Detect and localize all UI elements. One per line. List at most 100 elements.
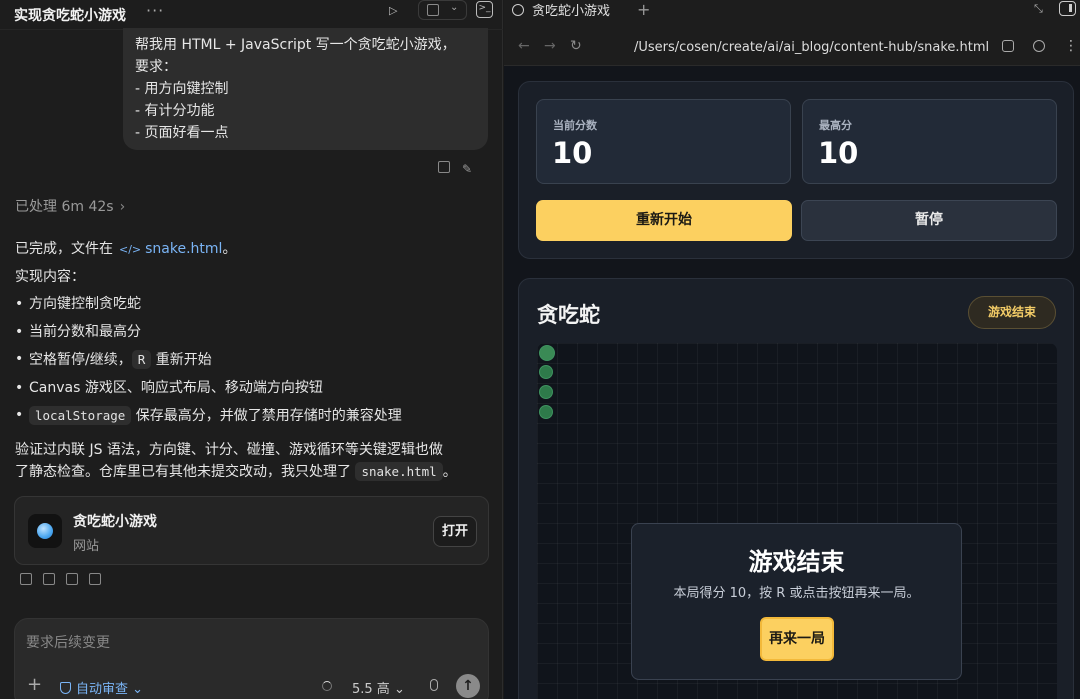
forward-icon[interactable]: → (544, 38, 556, 54)
inline-code: localStorage (29, 406, 132, 425)
microphone-icon[interactable] (430, 679, 438, 691)
game-title: 贪吃蛇 (537, 303, 600, 327)
new-tab-button[interactable]: + (637, 0, 650, 19)
chevron-down-icon: ⌄ (450, 2, 459, 13)
current-score-value: 10 (552, 136, 593, 170)
best-score-card: 最高分 10 (802, 99, 1057, 184)
impl-label: 实现内容： (15, 268, 85, 285)
screenshot-icon[interactable] (1002, 40, 1014, 52)
share-icon[interactable] (89, 573, 101, 585)
list-item-text: 空格暂停/继续， (29, 352, 132, 368)
shield-icon (60, 682, 71, 694)
status-badge: 游戏结束 (968, 296, 1056, 329)
composer-input[interactable]: 要求后续变更 (26, 632, 110, 652)
overlay-title: 游戏结束 (748, 548, 845, 576)
snake-segment (539, 385, 553, 399)
more-vertical-icon[interactable]: ⋮ (1064, 38, 1078, 54)
terminal-dropdown[interactable]: ⌄ (418, 0, 467, 20)
user-message-line: 帮我用 HTML + JavaScript 写一个贪吃蛇小游戏， (135, 37, 456, 53)
globe-icon (512, 4, 524, 16)
auto-review-dropdown[interactable]: 自动审查 ⌄ (60, 678, 143, 697)
assistant-answer: 已完成，文件在</>snake.html。 实现内容： 方向键控制贪吃蛇 当前分… (15, 236, 493, 483)
list-item-text: 保存最高分，并做了禁用存储时的兼容处理 (131, 408, 402, 424)
browser-tabbar: 贪吃蛇小游戏 + ⤡ (504, 0, 1080, 30)
list-item-text: 方向键控制贪吃蛇 (29, 296, 141, 312)
file-card-kind: 网站 (73, 539, 100, 554)
chevron-right-icon: › (119, 199, 126, 215)
open-button[interactable]: 打开 (433, 516, 477, 547)
summary-line: 了静态检查。仓库里已有其他未提交改动，我只处理了 snake.html。 (15, 461, 493, 483)
code-file-icon: </> (119, 243, 142, 256)
answer-done-suffix: 。 (222, 241, 237, 257)
message-actions (20, 573, 112, 588)
chat-pane: 实现贪吃蛇小游戏 ··· ▷ ⌄ >_ 帮我用 HTML + JavaScrip… (0, 0, 503, 699)
user-message-line: 要求： (135, 59, 177, 75)
reload-icon[interactable]: ↻ (570, 38, 582, 54)
model-selector[interactable]: 5.5 高 ⌄ (352, 678, 405, 697)
file-link[interactable]: snake.html (145, 241, 222, 257)
conversation-title: 实现贪吃蛇小游戏 (14, 8, 126, 24)
send-button[interactable]: ↑ (456, 674, 480, 698)
tab-title: 贪吃蛇小游戏 (532, 4, 611, 19)
restart-button[interactable]: 重新开始 (536, 200, 792, 241)
globe-icon (28, 514, 62, 548)
file-card[interactable]: 贪吃蛇小游戏 网站 打开 (14, 496, 489, 565)
best-score-label: 最高分 (819, 119, 852, 132)
summary-line: 验证过内联 JS 语法，方向键、计分、碰撞、游戏循环等关键逻辑也做 (15, 441, 443, 458)
answer-done-prefix: 已完成，文件在 (15, 241, 113, 257)
back-icon[interactable]: ← (518, 38, 530, 54)
game-panel: 贪吃蛇 游戏结束 游戏结束 本局得分 10，按 R 或点击按钮再来一局。 再来一… (518, 278, 1074, 699)
list-item: 当前分数和最高分 (15, 319, 493, 347)
edit-icon[interactable]: ✎ (462, 162, 472, 176)
snake-head (539, 345, 555, 361)
list-item-text: 重新开始 (151, 352, 212, 368)
address-field[interactable]: /Users/cosen/create/ai/ai_blog/content-h… (634, 40, 989, 55)
copy-icon[interactable] (20, 573, 32, 585)
game-board[interactable]: 游戏结束 本局得分 10，按 R 或点击按钮再来一局。 再来一局 (537, 343, 1057, 699)
snake-segment (539, 365, 553, 379)
browser-urlbar: ← → ↻ /Users/cosen/create/ai/ai_blog/con… (504, 30, 1080, 66)
summary-text: 了静态检查。仓库里已有其他未提交改动，我只处理了 (15, 463, 356, 480)
list-item: 方向键控制贪吃蛇 (15, 291, 493, 319)
user-message-actions: ✎ (438, 158, 484, 177)
expand-icon[interactable]: ⤡ (1034, 2, 1043, 16)
thumbs-down-icon[interactable] (66, 573, 78, 585)
best-score-value: 10 (818, 136, 859, 170)
loading-spinner-icon (322, 681, 332, 691)
play-icon[interactable]: ▷ (389, 4, 403, 20)
pause-button[interactable]: 暂停 (801, 200, 1057, 241)
user-message-bubble: 帮我用 HTML + JavaScript 写一个贪吃蛇小游戏， 要求： - 用… (123, 28, 488, 150)
processed-label: 已处理 6m 42s (15, 199, 114, 215)
game-over-overlay: 游戏结束 本局得分 10，按 R 或点击按钮再来一局。 再来一局 (631, 523, 962, 680)
thumbs-up-icon[interactable] (43, 573, 55, 585)
split-view-icon[interactable] (1059, 1, 1076, 16)
browser-tab[interactable]: 贪吃蛇小游戏 (512, 0, 610, 24)
snake-segment (539, 405, 553, 419)
list-item: Canvas 游戏区、响应式布局、移动端方向按钮 (15, 375, 493, 403)
current-score-card: 当前分数 10 (536, 99, 791, 184)
current-score-label: 当前分数 (553, 119, 597, 132)
play-again-button[interactable]: 再来一局 (760, 617, 834, 661)
inline-code: snake.html (355, 461, 443, 481)
toggle-panel-icon[interactable]: >_ (476, 1, 493, 18)
list-item: localStorage 保存最高分，并做了禁用存储时的兼容处理 (15, 402, 493, 431)
score-panel: 当前分数 10 最高分 10 重新开始 暂停 (518, 81, 1074, 259)
auto-review-label: 自动审查 (76, 682, 129, 697)
model-label: 5.5 高 (352, 682, 390, 697)
answer-summary: 验证过内联 JS 语法，方向键、计分、碰撞、游戏循环等关键逻辑也做 了静态检查。… (15, 439, 493, 483)
more-options-icon[interactable]: ··· (146, 1, 164, 20)
processed-indicator[interactable]: 已处理 6m 42s › (15, 196, 125, 216)
user-message-line: - 有计分功能 (135, 103, 215, 119)
overlay-message: 本局得分 10，按 R 或点击按钮再来一局。 (673, 586, 920, 601)
chat-topbar: 实现贪吃蛇小游戏 ··· ▷ ⌄ >_ (0, 0, 503, 30)
snake-game-page: 当前分数 10 最高分 10 重新开始 暂停 贪吃蛇 游戏结束 游戏结束 本局得… (504, 66, 1080, 699)
add-icon[interactable] (1033, 40, 1045, 52)
add-attachment-icon[interactable]: + (27, 674, 42, 695)
copy-icon[interactable] (438, 161, 450, 173)
list-item: 空格暂停/继续，R 重新开始 (15, 346, 493, 375)
user-message-line: - 用方向键控制 (135, 81, 229, 97)
terminal-icon (427, 4, 439, 16)
list-item-text: 当前分数和最高分 (29, 323, 141, 340)
composer: 要求后续变更 + 自动审查 ⌄ 5.5 高 ⌄ ↑ (14, 618, 489, 699)
summary-text: 。 (442, 463, 457, 480)
